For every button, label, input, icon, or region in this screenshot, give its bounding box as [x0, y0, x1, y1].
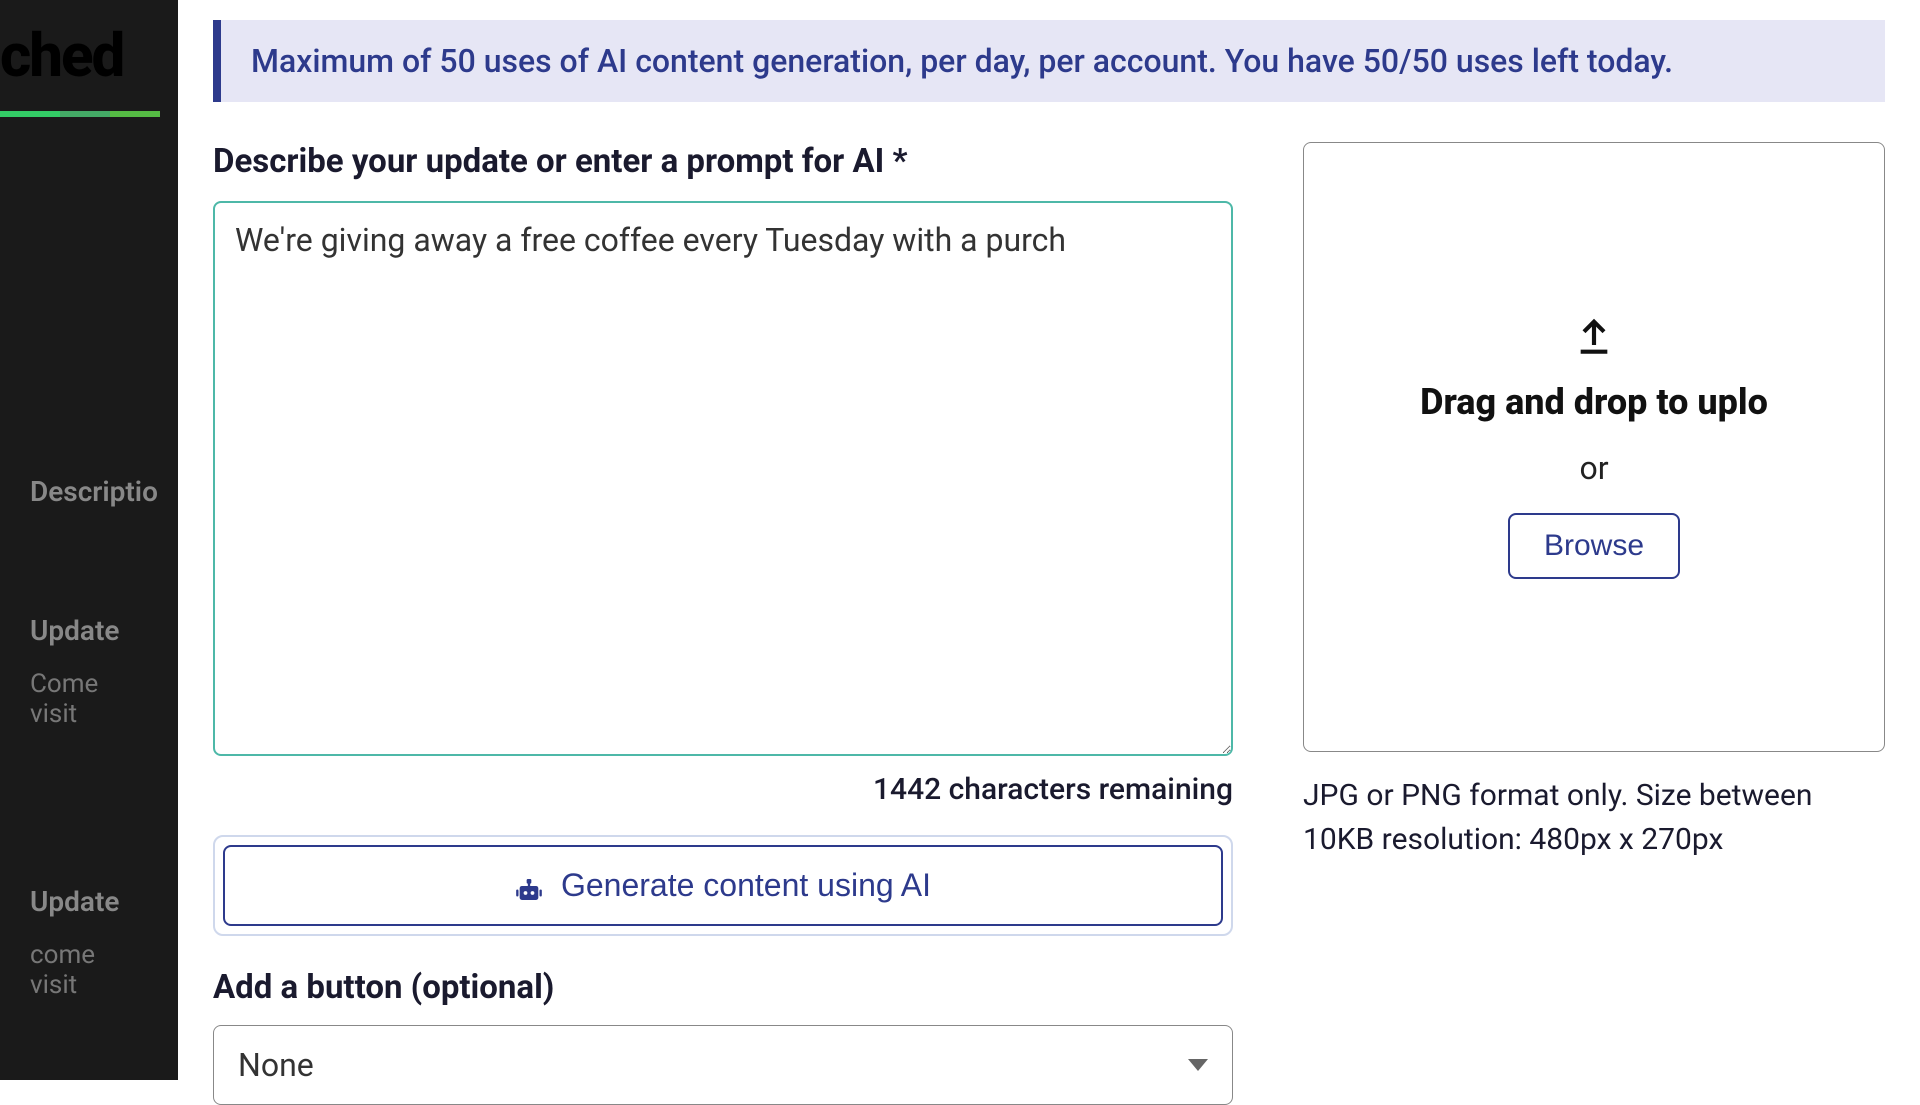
add-button-label: Add a button (optional) — [213, 968, 1233, 1007]
upload-title: Drag and drop to uplo — [1420, 381, 1768, 423]
generate-ai-button[interactable]: Generate content using AI — [223, 845, 1223, 926]
button-type-select[interactable]: None — [213, 1025, 1233, 1105]
upload-icon — [1574, 315, 1614, 355]
sidebar-item-update-2[interactable]: Update — [0, 867, 178, 936]
sidebar: ched Descriptio Update Come visit Update… — [0, 0, 178, 1080]
main-panel: Maximum of 50 uses of AI content generat… — [178, 0, 1920, 1105]
chevron-down-icon — [1188, 1059, 1208, 1071]
upload-dropzone[interactable]: Drag and drop to uplo or Browse — [1303, 142, 1885, 752]
char-count: 1442 characters remaining — [213, 772, 1233, 807]
button-type-value: None — [238, 1046, 314, 1084]
app-logo-fragment: ched — [0, 0, 178, 91]
browse-button[interactable]: Browse — [1508, 513, 1680, 579]
upload-or-text: or — [1579, 449, 1608, 487]
sidebar-item-description[interactable]: Descriptio — [0, 457, 178, 526]
usage-banner: Maximum of 50 uses of AI content generat… — [213, 20, 1885, 102]
prompt-textarea[interactable] — [213, 201, 1233, 756]
upload-info-text: JPG or PNG format only. Size between 10K… — [1303, 774, 1885, 861]
robot-icon — [515, 874, 543, 898]
sidebar-item-update-2-sub: come visit — [0, 936, 178, 1028]
sidebar-item-update-1-sub: Come visit — [0, 665, 178, 757]
progress-bar — [0, 111, 178, 117]
usage-banner-text: Maximum of 50 uses of AI content generat… — [251, 42, 1855, 80]
generate-ai-label: Generate content using AI — [561, 867, 931, 904]
prompt-label: Describe your update or enter a prompt f… — [213, 142, 1233, 181]
sidebar-item-update-1[interactable]: Update — [0, 596, 178, 665]
